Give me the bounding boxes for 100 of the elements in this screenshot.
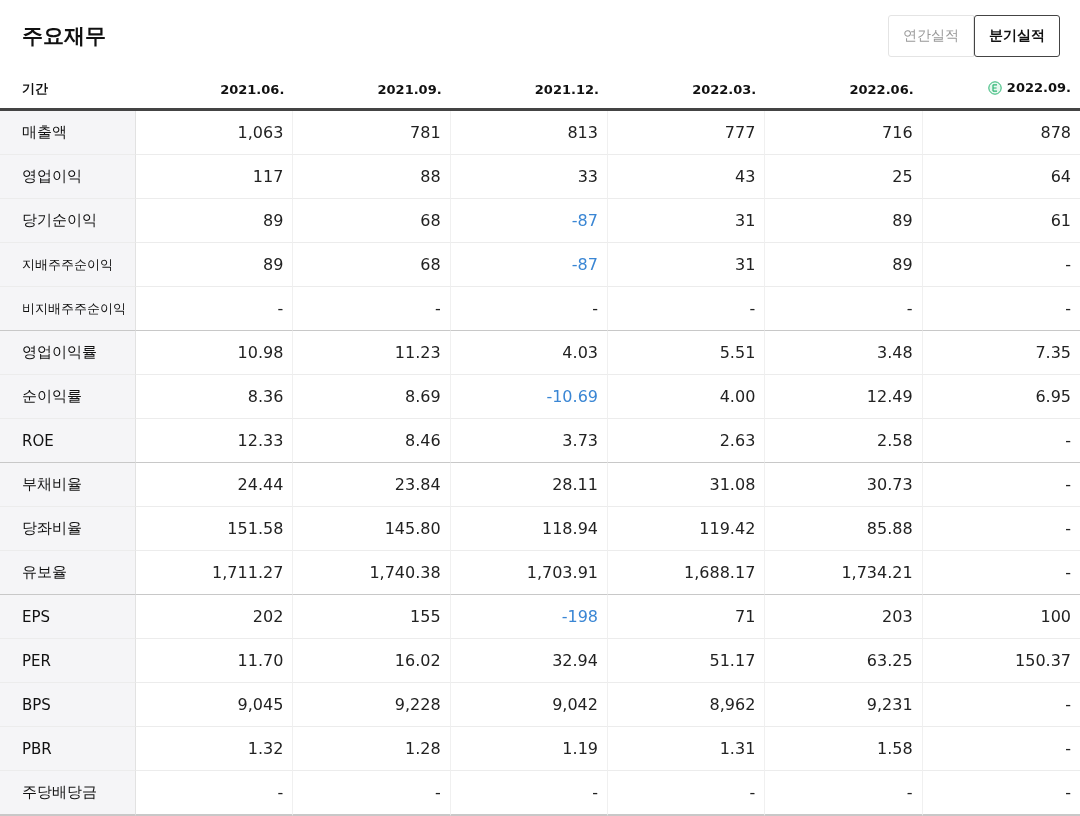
table-cell: -: [1065, 431, 1071, 450]
table-cell: -10.69: [546, 387, 598, 406]
table-cell: 10.98: [237, 343, 284, 362]
row-label: 부채비율: [0, 463, 136, 507]
table-cell: -: [277, 783, 284, 802]
table-cell: -: [1065, 783, 1071, 802]
row-label: 영업이익: [0, 155, 136, 199]
table-cell: 100: [1040, 607, 1071, 626]
table-cell: 1.28: [405, 739, 441, 758]
table-cell: 89: [262, 255, 284, 274]
table-cell: 85.88: [866, 519, 913, 538]
table-cell: -198: [561, 607, 598, 626]
table-cell: 5.51: [719, 343, 756, 362]
table-cell: 30.73: [866, 475, 913, 494]
table-cell: 23.84: [394, 475, 441, 494]
column-header: 2021.12.: [534, 81, 599, 97]
table-cell: 11.70: [237, 651, 284, 670]
table-cell: 118.94: [542, 519, 598, 538]
table-cell: 716: [882, 123, 913, 142]
table-cell: 1.31: [719, 739, 756, 758]
table-cell: -: [1065, 739, 1071, 758]
table-cell: 43: [734, 167, 756, 186]
row-label: 비지배주주순이익: [0, 287, 136, 331]
table-cell: 203: [882, 607, 913, 626]
table-cell: 12.33: [237, 431, 284, 450]
table-cell: 68: [420, 255, 441, 274]
table-cell: 150.37: [1015, 651, 1071, 670]
table-cell: 32.94: [552, 651, 598, 670]
table-cell: 33: [577, 167, 598, 186]
row-label: 지배주주순이익: [0, 243, 136, 287]
table-cell: 9,042: [552, 695, 598, 714]
table-cell: 8.69: [405, 387, 441, 406]
table-cell: 12.49: [866, 387, 913, 406]
column-header: 기간: [22, 80, 48, 98]
table-cell: 71: [734, 607, 756, 626]
table-cell: 89: [892, 255, 913, 274]
table-cell: 28.11: [552, 475, 598, 494]
row-label: 주당배당금: [0, 771, 136, 816]
table-cell: 1,063: [237, 123, 284, 142]
row-label: ROE: [0, 419, 136, 463]
table-cell: -: [1065, 519, 1071, 538]
row-label: 당기순이익: [0, 199, 136, 243]
column-header: 2021.06.: [220, 81, 285, 97]
table-cell: 2.63: [719, 431, 756, 450]
table-cell: -: [906, 299, 913, 318]
period-toggle-button[interactable]: 분기실적: [974, 15, 1060, 57]
table-cell: 6.95: [1035, 387, 1071, 406]
table-cell: 25: [892, 167, 913, 186]
table-cell: 119.42: [699, 519, 756, 538]
row-label: 순이익률: [0, 375, 136, 419]
table-cell: 9,228: [394, 695, 441, 714]
table-cell: -: [1065, 299, 1071, 318]
column-header: 2022.03.: [692, 81, 757, 97]
table-cell: 24.44: [237, 475, 284, 494]
table-cell: 155: [410, 607, 441, 626]
table-cell: 3.48: [877, 343, 913, 362]
table-cell: -: [906, 783, 913, 802]
table-cell: -: [592, 783, 598, 802]
table-cell: -: [749, 783, 756, 802]
table-cell: 4.03: [562, 343, 598, 362]
table-cell: -: [434, 299, 441, 318]
table-cell: -87: [571, 255, 598, 274]
table-cell: 781: [410, 123, 441, 142]
table-cell: 1,688.17: [684, 563, 756, 582]
table-cell: 31: [734, 255, 756, 274]
table-cell: 3.73: [562, 431, 598, 450]
table-cell: -: [1065, 475, 1071, 494]
table-cell: 31: [734, 211, 756, 230]
table-cell: 117: [252, 167, 284, 186]
table-cell: 7.35: [1035, 343, 1071, 362]
row-label: EPS: [0, 595, 136, 639]
table-cell: 68: [420, 211, 441, 230]
table-cell: 88: [420, 167, 441, 186]
table-cell: -: [1065, 695, 1071, 714]
table-cell: 89: [892, 211, 913, 230]
table-cell: 202: [252, 607, 284, 626]
table-cell: 1.32: [247, 739, 284, 758]
table-cell: 11.23: [394, 343, 441, 362]
table-cell: 9,231: [866, 695, 913, 714]
table-cell: 1,740.38: [369, 563, 441, 582]
table-cell: 813: [567, 123, 598, 142]
table-cell: 777: [724, 123, 756, 142]
table-cell: -87: [571, 211, 598, 230]
row-label: BPS: [0, 683, 136, 727]
table-cell: 1,703.91: [526, 563, 598, 582]
table-cell: -: [277, 299, 284, 318]
row-label: 영업이익률: [0, 331, 136, 375]
table-cell: 1.19: [562, 739, 598, 758]
table-cell: 4.00: [719, 387, 756, 406]
row-label: PER: [0, 639, 136, 683]
table-cell: 31.08: [709, 475, 756, 494]
table-cell: 8.46: [405, 431, 441, 450]
row-label: 당좌비율: [0, 507, 136, 551]
table-cell: 145.80: [384, 519, 441, 538]
column-header: 2022.06.: [849, 81, 914, 97]
table-cell: -: [1065, 255, 1071, 274]
table-cell: 63.25: [866, 651, 913, 670]
table-cell: 1,734.21: [841, 563, 913, 582]
table-cell: 89: [262, 211, 284, 230]
table-cell: -: [434, 783, 441, 802]
